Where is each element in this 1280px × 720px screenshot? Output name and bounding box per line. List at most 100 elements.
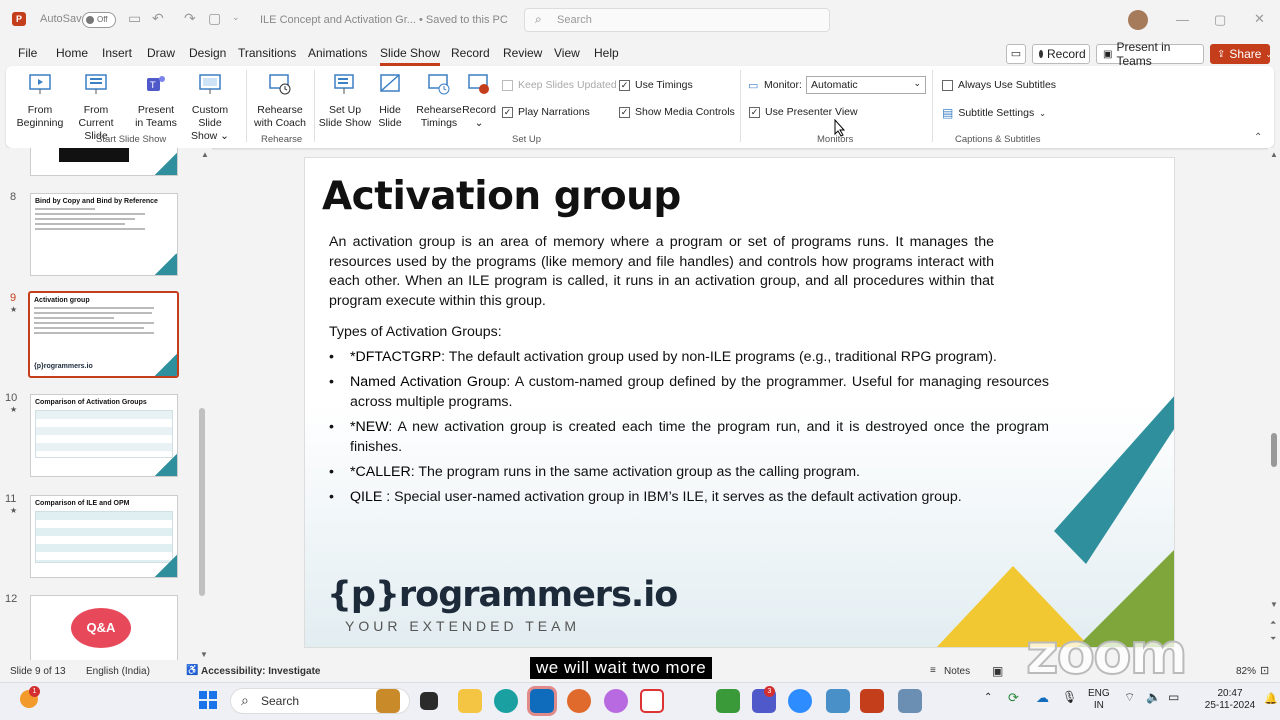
tab-draw[interactable]: Draw [147, 46, 175, 60]
present-in-teams-ribbon-button[interactable]: T Present in Teams [132, 72, 180, 130]
battery-icon[interactable]: ▭ [1168, 690, 1179, 704]
tab-review[interactable]: Review [503, 46, 542, 60]
app-icon[interactable] [826, 689, 850, 713]
briefcase-app-icon[interactable] [376, 689, 400, 713]
custom-show-icon [199, 74, 221, 94]
share-icon: ⇪ [1217, 48, 1226, 60]
present-in-teams-button[interactable]: ▣ Present in Teams [1096, 40, 1204, 68]
from-current-slide-button[interactable]: From Current Slide [66, 72, 126, 143]
keep-slides-updated-checkbox[interactable]: Keep Slides Updated [502, 79, 617, 91]
slide-thumbnail-9-selected[interactable]: Activation group {p}rogrammers.io [28, 291, 179, 378]
tab-file[interactable]: File [18, 46, 37, 60]
user-avatar[interactable] [1128, 10, 1148, 30]
notes-button[interactable]: Notes [944, 666, 970, 677]
app-icon[interactable] [640, 689, 664, 713]
next-slide-icon[interactable]: ⏷ [1270, 634, 1276, 644]
zoom-app-icon[interactable] [788, 689, 812, 713]
slide-canvas[interactable]: Activation group An activation group is … [304, 157, 1175, 648]
slide-counter: Slide 9 of 13 [10, 666, 66, 677]
thumbnail-scrollbar[interactable] [199, 408, 205, 596]
tray-app-icon[interactable]: ⟳ [1008, 690, 1019, 706]
notification-center-icon[interactable]: 🔔 [1264, 692, 1278, 705]
outlook-icon[interactable] [530, 689, 554, 713]
use-timings-checkbox[interactable]: ✓ Use Timings [619, 79, 693, 91]
volume-icon[interactable]: 🔈 [1146, 690, 1161, 704]
rehearse-with-coach-button[interactable]: Rehearse with Coach [252, 72, 308, 130]
wifi-icon[interactable]: ⌔ [1124, 690, 1135, 705]
file-explorer-icon[interactable] [458, 689, 482, 713]
microphone-icon[interactable]: 🎙 [1062, 690, 1077, 704]
onedrive-icon[interactable]: ☁ [1036, 690, 1049, 706]
tab-view[interactable]: View [554, 46, 580, 60]
slide-thumbnail-12[interactable]: Q&A [30, 595, 178, 660]
task-view-icon[interactable] [420, 692, 438, 710]
record-button[interactable]: Record [1032, 44, 1090, 64]
tab-animations[interactable]: Animations [308, 46, 367, 60]
set-up-slide-show-button[interactable]: Set Up Slide Show [318, 72, 372, 130]
always-use-subtitles-checkbox[interactable]: Always Use Subtitles [942, 79, 1056, 91]
app-icon[interactable] [567, 689, 591, 713]
clock[interactable]: 20:47 25-11-2024 [1200, 688, 1260, 712]
use-presenter-view-checkbox[interactable]: ✓ Use Presenter View [749, 106, 858, 118]
maximize-icon[interactable]: ▢ [1214, 12, 1226, 28]
zoom-level[interactable]: 82% [1236, 666, 1256, 677]
normal-view-icon[interactable]: ▣ [992, 664, 1003, 678]
bullet-new: • *NEW: A new activation group is created… [329, 419, 1049, 455]
slide-thumbnail-7[interactable] [30, 148, 178, 176]
accessibility-status[interactable]: Accessibility: Investigate [201, 666, 321, 677]
rehearse-timings-button[interactable]: Rehearse Timings [414, 72, 464, 130]
scroll-up-icon[interactable]: ▲ [1270, 150, 1278, 159]
scroll-thumb[interactable] [1271, 433, 1277, 467]
custom-slide-show-button[interactable]: Custom Slide Show ⌄ [180, 72, 240, 143]
show-media-controls-checkbox[interactable]: ✓ Show Media Controls [619, 106, 735, 118]
tab-home[interactable]: Home [56, 46, 88, 60]
tab-transitions[interactable]: Transitions [238, 46, 296, 60]
slide-thumbnail-11[interactable]: Comparison of ILE and OPM [30, 495, 178, 578]
comments-icon[interactable]: ▭ [1006, 44, 1026, 64]
powerpoint-taskbar-icon[interactable] [860, 689, 884, 713]
share-button[interactable]: ⇪ Share ⌄ [1210, 44, 1272, 64]
monitor-select[interactable]: Automatic ⌄ [806, 76, 926, 94]
copilot-icon[interactable] [604, 689, 628, 713]
fit-to-window-icon[interactable]: ⊡ [1260, 664, 1269, 677]
customize-qat-icon[interactable]: ⌄ [232, 12, 240, 23]
search-input[interactable]: Search ⌕ [524, 8, 830, 32]
from-beginning-button[interactable]: From Beginning [14, 72, 66, 130]
tab-design[interactable]: Design [189, 46, 226, 60]
input-language[interactable]: ENG IN [1088, 688, 1110, 712]
record-ribbon-button[interactable]: Record ⌄ [462, 72, 496, 130]
bullet-dftactgrp: • *DFTACTGRP: The default activation grou… [329, 349, 997, 365]
scroll-down-icon[interactable]: ▼ [200, 650, 208, 659]
tab-slide-show[interactable]: Slide Show [380, 46, 441, 66]
edge-icon[interactable] [494, 689, 518, 713]
windows-start-icon[interactable] [198, 690, 218, 710]
previous-slide-icon[interactable]: ⏶ [1270, 618, 1276, 628]
hide-slide-button[interactable]: Hide Slide [372, 72, 408, 130]
tab-insert[interactable]: Insert [102, 46, 132, 60]
language-status[interactable]: English (India) [86, 666, 150, 677]
collapse-ribbon-icon[interactable]: ⌃ [1254, 132, 1262, 143]
slide-thumbnail-8[interactable]: Bind by Copy and Bind by Reference [30, 193, 178, 276]
play-narrations-checkbox[interactable]: ✓ Play Narrations [502, 106, 590, 118]
slide-thumbnail-10[interactable]: Comparison of Activation Groups [30, 394, 178, 477]
tab-record[interactable]: Record [451, 46, 490, 60]
subtitle-settings-button[interactable]: ▤ Subtitle Settings ⌄ [942, 106, 1046, 120]
scroll-up-icon[interactable]: ▲ [201, 150, 209, 159]
app-icon[interactable] [898, 689, 922, 713]
intro-paragraph: An activation group is an area of memory… [329, 234, 994, 309]
undo-icon[interactable]: ↶ [152, 10, 164, 27]
slide-number: 8 [10, 191, 17, 203]
paint-icon[interactable] [716, 689, 740, 713]
present-icon[interactable]: ▢ [208, 10, 221, 27]
tab-help[interactable]: Help [594, 46, 619, 60]
close-icon[interactable]: ✕ [1254, 11, 1265, 27]
save-icon[interactable]: ▭ [128, 10, 141, 27]
group-start-slide-show: Start Slide Show [96, 134, 167, 145]
vertical-scrollbar[interactable]: ▲ ▼ ⏶ ⏷ [1268, 148, 1280, 660]
autosave-toggle[interactable]: Off [82, 12, 116, 28]
minimize-icon[interactable]: — [1176, 12, 1189, 27]
scroll-down-icon[interactable]: ▼ [1270, 600, 1278, 609]
tray-chevron-icon[interactable]: ⌃ [984, 692, 992, 703]
redo-icon[interactable]: ↷ [184, 10, 196, 27]
slide-title: Activation group [322, 174, 681, 219]
